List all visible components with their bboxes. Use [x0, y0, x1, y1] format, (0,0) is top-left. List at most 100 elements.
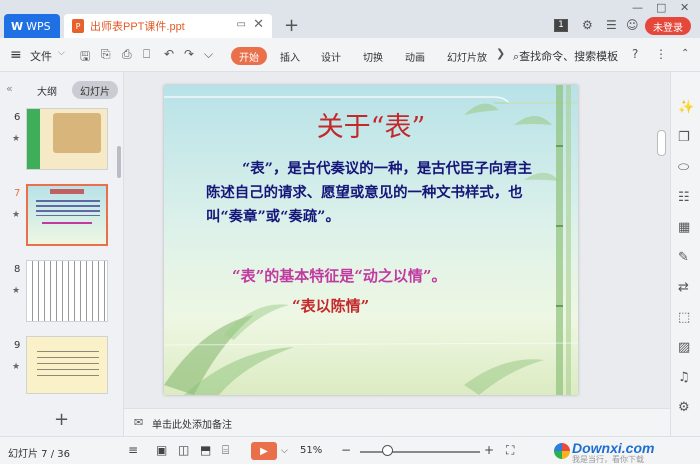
tab-slideshow[interactable]: 幻灯片放: [447, 49, 487, 64]
reading-view-icon[interactable]: ⬒: [200, 443, 211, 457]
close-window-icon[interactable]: ✕: [680, 1, 689, 14]
tab-design[interactable]: 设计: [321, 49, 341, 64]
notes-bar[interactable]: ✉ 单击此处添加备注: [124, 408, 670, 436]
fit-window-icon[interactable]: ⛶: [506, 443, 514, 458]
print-icon[interactable]: ⎙: [122, 47, 132, 62]
minimize-icon[interactable]: —: [632, 1, 643, 14]
document-title: 出师表PPT课件.ppt: [90, 21, 185, 33]
slide-thumbnail-8[interactable]: [26, 260, 108, 322]
copy-icon[interactable]: ❐: [678, 130, 690, 145]
tab-transition[interactable]: 切换: [363, 49, 383, 64]
maximize-icon[interactable]: □: [656, 1, 666, 14]
slide-quote-text[interactable]: “表以陈情”: [292, 295, 369, 316]
thumb-title-bar: [50, 189, 84, 194]
image-icon[interactable]: ▨: [678, 340, 690, 355]
notes-placeholder: 单击此处添加备注: [152, 420, 232, 431]
collapse-panel-icon[interactable]: «: [6, 82, 13, 95]
slide-thumbnail-7[interactable]: [26, 184, 108, 246]
thumbnail-number: 7: [14, 188, 21, 199]
audio-icon[interactable]: ♫: [678, 370, 690, 385]
window-count-badge[interactable]: 1: [554, 19, 568, 32]
presenter-icon[interactable]: ⌸: [222, 443, 229, 458]
tab-document[interactable]: P 出师表PPT课件.ppt ▭ ✕: [64, 14, 272, 38]
animation-star-icon: ★: [12, 134, 21, 144]
tab-outline[interactable]: 大纲: [37, 83, 57, 98]
canvas-scrollbar[interactable]: [657, 130, 666, 156]
tab-animation[interactable]: 动画: [405, 49, 425, 64]
user-icon[interactable]: ☺: [626, 18, 639, 32]
figure-image: [53, 113, 101, 153]
slide-thumbnail-9[interactable]: [26, 336, 108, 394]
tab-insert[interactable]: 插入: [280, 49, 300, 64]
chevron-down-icon[interactable]: ⌵: [58, 48, 65, 58]
menu-icon[interactable]: ≡: [10, 47, 22, 63]
pen-icon[interactable]: ✎: [678, 250, 689, 265]
tab-close-icon[interactable]: ✕: [253, 17, 264, 32]
site-watermark: Downxi.com 我是当行，看你下载: [554, 440, 700, 464]
play-slideshow-button[interactable]: ▶: [251, 442, 277, 460]
undo-icon[interactable]: ↶: [164, 47, 174, 61]
redo-icon[interactable]: ↷: [184, 47, 194, 61]
ribbon-toolbar: ≡ 文件 ⌵ 🖫 ⎘ ⎙ ⎕ ↶ ↷ ⌵ 开始 插入 设计 切换 动画 幻灯片放…: [0, 38, 700, 72]
status-bar: 幻灯片 7 / 36 ≡ ▣ ◫ ⬒ ⌸ ▶ ⌵ 51% − + ⛶ Downx…: [0, 436, 700, 464]
share-icon[interactable]: ⇄: [678, 280, 689, 295]
magic-icon[interactable]: ✨: [678, 100, 694, 115]
wps-tab-label: WPS: [26, 19, 51, 33]
export-icon[interactable]: ⎘: [101, 47, 111, 62]
sorter-view-icon[interactable]: ◫: [178, 443, 189, 457]
command-search[interactable]: ⌕查找命令、搜索模板: [513, 48, 618, 64]
slide-body-text[interactable]: “表”，是古代奏议的一种，是古代臣子向君主陈述自己的请求、愿望或意见的一种文书样…: [206, 157, 546, 229]
shape-icon[interactable]: ⬭: [678, 160, 689, 175]
quick-access-chevron-icon[interactable]: ⌵: [204, 47, 213, 62]
animation-star-icon: ★: [12, 286, 21, 296]
save-icon[interactable]: 🖫: [80, 47, 90, 68]
notes-toggle-icon[interactable]: ≡: [128, 443, 138, 457]
thumbnail-number: 8: [14, 264, 21, 275]
tab-display-icon[interactable]: ▭: [237, 19, 246, 30]
thumbnail-number: 9: [14, 340, 21, 351]
current-slide[interactable]: 关于“表” “表”，是古代奏议的一种，是古代臣子向君主陈述自己的请求、愿望或意见…: [164, 85, 578, 395]
zoom-in-icon[interactable]: +: [484, 443, 494, 457]
collapse-ribbon-icon[interactable]: ⌃: [681, 48, 689, 59]
tab-slides[interactable]: 幻灯片: [72, 81, 118, 99]
slide-feature-text[interactable]: “表”的基本特征是“动之以情”。: [232, 265, 447, 286]
downxi-logo-icon: [554, 443, 570, 459]
settings-icon[interactable]: ⚙: [678, 400, 690, 415]
title-bar: 𝗪 WPS P 出师表PPT课件.ppt ▭ ✕ + 1 ⚙ ☰ ☺ 未登录 —…: [0, 0, 700, 38]
slide-title[interactable]: 关于“表”: [164, 105, 578, 144]
editing-canvas: 关于“表” “表”，是古代奏议的一种，是古代臣子向君主陈述自己的请求、愿望或意见…: [124, 72, 670, 408]
skin-icon[interactable]: ⚙: [582, 18, 593, 32]
add-slide-button[interactable]: +: [54, 409, 69, 430]
zoom-slider-handle[interactable]: [382, 445, 393, 456]
play-options-chevron-icon[interactable]: ⌵: [281, 446, 288, 456]
new-tab-button[interactable]: +: [284, 15, 299, 36]
slide-counter: 幻灯片 7 / 36: [8, 449, 70, 460]
thumb-text-lines: [36, 200, 100, 216]
window-layout-icon[interactable]: ☰: [606, 18, 617, 32]
thumb-text-lines: [37, 351, 99, 381]
preview-icon[interactable]: ⎕: [143, 47, 150, 62]
animation-star-icon: ★: [12, 362, 21, 372]
help-icon[interactable]: ?: [632, 47, 638, 61]
zoom-slider[interactable]: [360, 451, 480, 453]
more-tabs-chevron-icon[interactable]: ❯: [496, 47, 505, 60]
animation-star-icon: ★: [12, 210, 21, 220]
file-menu[interactable]: 文件: [30, 48, 52, 64]
thumbnail-number: 6: [14, 112, 21, 123]
normal-view-icon[interactable]: ▣: [156, 443, 167, 457]
slide-thumbnail-6[interactable]: [26, 108, 108, 170]
table-icon[interactable]: ▦: [678, 220, 690, 235]
select-icon[interactable]: ⬚: [678, 310, 690, 325]
right-sidebar: ✨ ❐ ⬭ ☷ ▦ ✎ ⇄ ⬚ ▨ ♫ ⚙: [670, 72, 700, 436]
tab-home[interactable]: 开始: [231, 47, 267, 65]
zoom-level[interactable]: 51%: [300, 445, 322, 456]
login-button[interactable]: 未登录: [645, 17, 691, 35]
thumb-pink-line: [42, 222, 92, 224]
adjust-icon[interactable]: ☷: [678, 190, 690, 205]
panel-scrollbar[interactable]: [117, 146, 121, 178]
tab-wps-home[interactable]: 𝗪 WPS: [4, 14, 60, 38]
more-options-icon[interactable]: ⋮: [655, 47, 667, 61]
zoom-out-icon[interactable]: −: [341, 443, 351, 457]
wps-logo-icon: 𝗪: [11, 19, 24, 33]
notes-icon: ✉: [134, 416, 144, 429]
